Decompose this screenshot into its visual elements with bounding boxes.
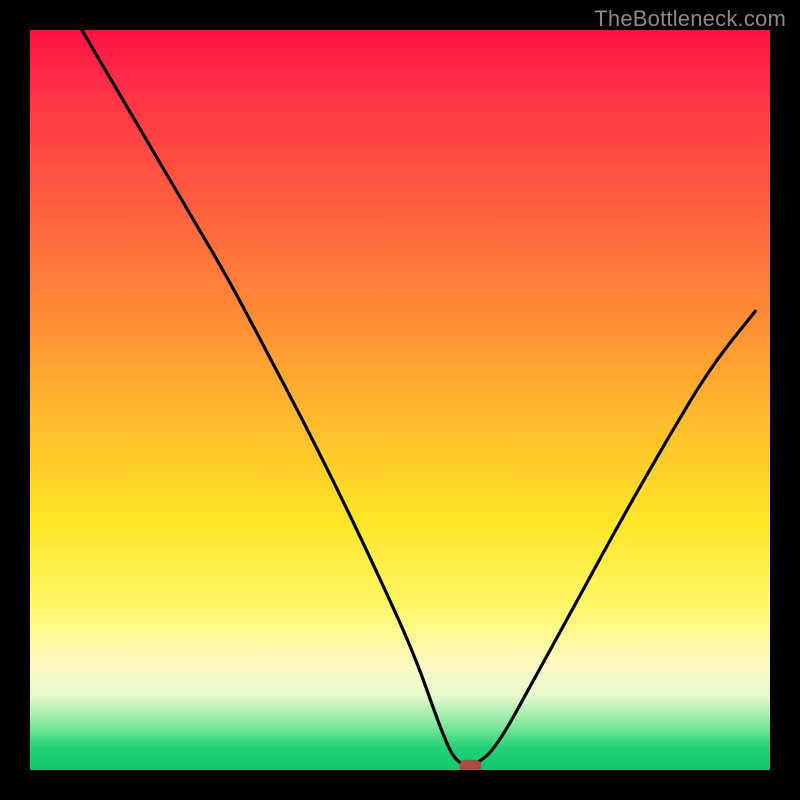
min-point-marker: [459, 760, 481, 770]
chart-frame: TheBottleneck.com: [0, 0, 800, 800]
curve-svg: [30, 30, 770, 770]
watermark-label: TheBottleneck.com: [594, 6, 786, 32]
bottleneck-curve: [82, 30, 755, 765]
plot-area: [30, 30, 770, 770]
